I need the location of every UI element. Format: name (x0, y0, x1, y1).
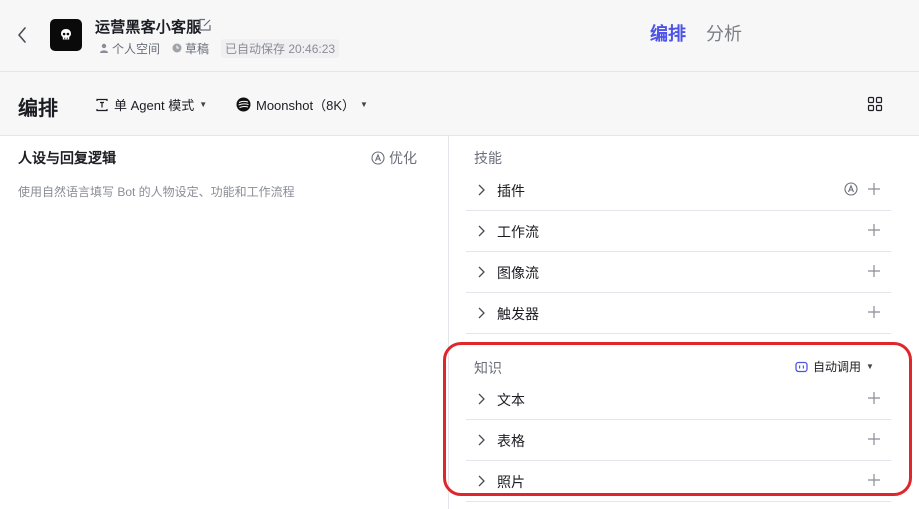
auto-a-icon[interactable] (844, 182, 858, 196)
knowledge-label: 表格 (497, 433, 525, 449)
bot-avatar[interactable] (50, 19, 82, 51)
bot-name: 运营黑客小客服 (95, 19, 202, 36)
auto-call-dropdown[interactable]: 自动调用 ▼ (795, 358, 874, 375)
skill-row-plugins[interactable]: 插件 (466, 170, 891, 211)
optimize-label: 优化 (389, 150, 417, 166)
model-label: Moonshot（8K） (256, 98, 355, 113)
chevron-right-icon (478, 307, 485, 319)
caret-down-icon: ▼ (866, 362, 874, 371)
chevron-right-icon (478, 434, 485, 446)
skull-icon (61, 29, 71, 40)
plus-icon[interactable] (867, 391, 881, 405)
plus-icon[interactable] (867, 223, 881, 237)
caret-down-icon: ▼ (360, 100, 368, 109)
space-label: 个人空间 (112, 41, 161, 56)
persona-panel: 人设与回复逻辑 优化 使用自然语言填写 Bot 的人物设定、功能和工作流程 (0, 136, 449, 509)
moonshot-logo-icon (236, 97, 251, 112)
tab-arrange[interactable]: 编排 (650, 20, 686, 46)
knowledge-label: 文本 (497, 392, 525, 408)
edit-icon[interactable] (198, 18, 212, 32)
plus-icon[interactable] (867, 305, 881, 319)
autosave-badge: 已自动保存 20:46:23 (221, 38, 340, 58)
status-label: 草稿 (185, 41, 210, 56)
skill-label: 工作流 (497, 224, 539, 240)
chevron-right-icon (478, 475, 485, 487)
skill-label: 触发器 (497, 306, 539, 322)
plus-icon[interactable] (867, 264, 881, 278)
knowledge-row-text[interactable]: 文本 (466, 379, 891, 420)
skill-label: 插件 (497, 183, 525, 199)
toolbar: 编排 单 Agent 模式 ▼ Moonshot（8K） ▼ (0, 72, 919, 136)
skill-row-workflow[interactable]: 工作流 (466, 211, 891, 252)
chevron-left-icon (18, 27, 26, 43)
chevron-right-icon (478, 225, 485, 237)
skill-row-imageflow[interactable]: 图像流 (466, 252, 891, 293)
optimize-button[interactable]: 优化 (371, 148, 417, 168)
persona-input[interactable]: 使用自然语言填写 Bot 的人物设定、功能和工作流程 (18, 183, 295, 200)
status-chip: 草稿 (172, 40, 209, 57)
agent-mode-icon (96, 98, 108, 111)
chevron-right-icon (478, 266, 485, 278)
knowledge-title: 知识 (474, 360, 502, 376)
skills-panel: 技能 插件 工作流 图像流 触发器 知识 自动调用 ▼ 文本 表格 照片 (450, 136, 908, 509)
mode-tabs: 编排 分析 (650, 20, 742, 46)
persona-title: 人设与回复逻辑 (18, 150, 116, 166)
agent-mode-dropdown[interactable]: 单 Agent 模式 ▼ (95, 95, 207, 114)
page-title: 编排 (18, 98, 58, 120)
auto-call-label: 自动调用 (813, 360, 862, 374)
agent-mode-label: 单 Agent 模式 (114, 98, 195, 113)
plus-icon[interactable] (867, 182, 881, 196)
top-header: 运营黑客小客服 个人空间 草稿 已自动保存 20:46:23 编排 分析 (0, 0, 919, 72)
tab-analysis[interactable]: 分析 (706, 20, 742, 46)
chevron-right-icon (478, 393, 485, 405)
knowledge-row-photo[interactable]: 照片 (466, 461, 891, 502)
clock-icon (172, 43, 182, 53)
chevron-right-icon (478, 184, 485, 196)
plus-icon[interactable] (867, 432, 881, 446)
skill-row-trigger[interactable]: 触发器 (466, 293, 891, 334)
caret-down-icon: ▼ (199, 100, 208, 109)
plus-icon[interactable] (867, 473, 881, 487)
robot-icon (795, 361, 808, 372)
knowledge-label: 照片 (497, 474, 525, 490)
skill-label: 图像流 (497, 265, 539, 281)
bot-meta: 个人空间 草稿 已自动保存 20:46:23 (99, 38, 340, 58)
user-icon (100, 43, 108, 53)
auto-a-icon (371, 151, 385, 165)
skills-title: 技能 (474, 150, 502, 166)
back-button[interactable] (14, 24, 30, 46)
knowledge-row-table[interactable]: 表格 (466, 420, 891, 461)
model-dropdown[interactable]: Moonshot（8K） ▼ (236, 95, 368, 114)
space-chip: 个人空间 (99, 40, 160, 57)
layout-grid-icon[interactable] (867, 96, 883, 112)
